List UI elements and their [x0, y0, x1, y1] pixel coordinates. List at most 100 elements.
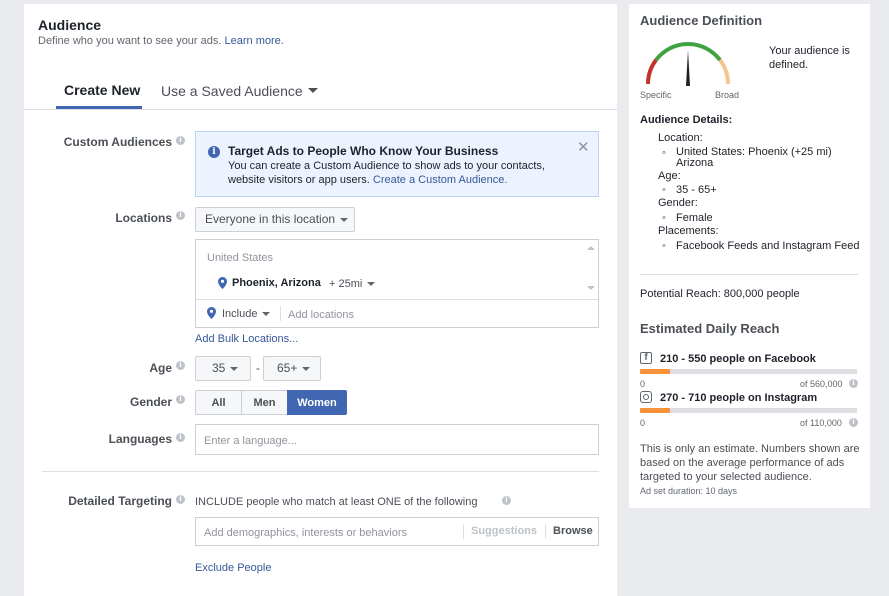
- location-detail-label: Location:: [658, 132, 703, 144]
- age-detail-label: Age:: [658, 170, 681, 182]
- locations-divider: [196, 299, 598, 300]
- audience-panel: Audience Define who you want to see your…: [24, 4, 617, 596]
- location-detail-line-2: Arizona: [676, 157, 714, 169]
- info-icon[interactable]: i: [849, 418, 858, 427]
- placements-detail-value: Facebook Feeds and Instagram Feed: [676, 240, 860, 252]
- browse-button[interactable]: Browse: [553, 525, 593, 537]
- include-criteria-text: INCLUDE people who match at least ONE of…: [195, 496, 478, 508]
- age-dash: -: [256, 361, 260, 375]
- age-min-value: 35: [212, 361, 226, 375]
- custom-audiences-label: Custom Audiences: [63, 135, 172, 149]
- section-subtitle: Define who you want to see your ads. Lea…: [38, 35, 284, 47]
- age-max-value: 65+: [277, 361, 298, 375]
- instagram-reach-max: of 110,000: [800, 418, 842, 428]
- custom-audience-notice: i Target Ads to People Who Know Your Bus…: [195, 131, 599, 197]
- caret-down-icon: [302, 366, 311, 371]
- scrollbar[interactable]: [583, 240, 599, 299]
- age-label: Age: [149, 361, 172, 375]
- gauge-needle: [686, 50, 690, 86]
- info-icon[interactable]: i: [502, 496, 511, 505]
- instagram-reach-bar: [640, 408, 857, 413]
- notice-body: You can create a Custom Audience to show…: [228, 159, 578, 187]
- include-dropdown[interactable]: Include: [222, 308, 271, 320]
- info-icon[interactable]: i: [176, 136, 185, 145]
- daily-reach-title: Estimated Daily Reach: [640, 321, 780, 336]
- scroll-up-icon[interactable]: [587, 246, 595, 250]
- age-min-dropdown[interactable]: 35: [195, 356, 251, 381]
- age-detail-value: 35 - 65+: [676, 184, 717, 196]
- notice-line-2-text: website visitors or app users.: [228, 174, 370, 186]
- close-icon[interactable]: ✕: [577, 138, 590, 156]
- exclude-people-link[interactable]: Exclude People: [195, 562, 271, 574]
- language-input[interactable]: Enter a language...: [195, 424, 599, 455]
- subtitle-text: Define who you want to see your ads.: [38, 35, 222, 47]
- add-bulk-locations-link[interactable]: Add Bulk Locations...: [195, 333, 298, 345]
- info-icon[interactable]: i: [176, 211, 185, 220]
- age-max-dropdown[interactable]: 65+: [263, 356, 321, 381]
- detailed-targeting-placeholder: Add demographics, interests or behaviors: [204, 527, 407, 539]
- estimate-note: This is only an estimate. Numbers shown …: [640, 443, 860, 483]
- instagram-reach-min: 0: [640, 418, 646, 428]
- bullet-icon: ◦: [662, 184, 666, 196]
- detailed-targeting-label: Detailed Targeting: [68, 494, 172, 508]
- notice-line-1: You can create a Custom Audience to show…: [228, 160, 545, 172]
- audience-gauge: [646, 42, 730, 86]
- location-detail-value: United States: Phoenix (+25 mi) Arizona: [676, 147, 832, 169]
- facebook-reach-bar: [640, 369, 857, 374]
- detailed-targeting-input[interactable]: Add demographics, interests or behaviors…: [195, 517, 599, 546]
- info-icon[interactable]: i: [176, 433, 185, 442]
- suggestions-divider: [463, 524, 464, 539]
- location-city: Phoenix, Arizona: [232, 277, 321, 289]
- include-divider: [280, 306, 281, 321]
- languages-label: Languages: [108, 432, 172, 446]
- gender-women-button[interactable]: Women: [287, 390, 347, 415]
- facebook-reach-fill: [640, 369, 671, 374]
- gender-detail-label: Gender:: [658, 197, 698, 209]
- facebook-reach-max: of 560,000: [800, 379, 843, 389]
- create-custom-audience-link[interactable]: Create a Custom Audience.: [373, 174, 508, 186]
- info-circle-icon: i: [208, 146, 220, 158]
- audience-definition-panel: Audience Definition Specific Broad Your …: [629, 4, 870, 508]
- tab-saved-audience[interactable]: Use a Saved Audience: [161, 83, 318, 99]
- tab-create-new[interactable]: Create New: [64, 82, 140, 98]
- reach-divider: [640, 274, 858, 275]
- bullet-icon: ◦: [662, 147, 666, 159]
- facebook-reach-text: 210 - 550 people on Facebook: [660, 353, 816, 365]
- include-value: Include: [222, 308, 258, 320]
- location-pin-icon: [207, 307, 216, 322]
- caret-down-icon: [307, 88, 318, 94]
- bullet-icon: ◦: [662, 240, 666, 252]
- audience-definition-title: Audience Definition: [640, 13, 763, 28]
- gender-label: Gender: [129, 395, 172, 409]
- info-icon[interactable]: i: [176, 395, 185, 404]
- location-type-dropdown[interactable]: Everyone in this location: [195, 207, 355, 232]
- ad-set-duration: Ad set duration: 10 days: [640, 486, 738, 496]
- placements-detail-label: Placements:: [658, 225, 719, 237]
- location-country: United States: [207, 252, 274, 264]
- tab-saved-label: Use a Saved Audience: [161, 83, 303, 99]
- info-icon[interactable]: i: [176, 495, 185, 504]
- add-locations-input[interactable]: Add locations: [288, 309, 354, 321]
- language-placeholder: Enter a language...: [204, 435, 297, 447]
- notice-title: Target Ads to People Who Know Your Busin…: [228, 144, 499, 158]
- gender-all-button[interactable]: All: [195, 390, 242, 415]
- locations-box: United States Phoenix, Arizona + 25mi In…: [195, 239, 599, 328]
- audience-details-title: Audience Details:: [640, 114, 733, 126]
- browse-divider: [545, 524, 546, 539]
- radius-dropdown[interactable]: + 25mi: [329, 278, 376, 290]
- info-icon[interactable]: i: [176, 361, 185, 370]
- instagram-reach-fill: [640, 408, 671, 413]
- section-divider: [42, 471, 599, 472]
- learn-more-link[interactable]: Learn more.: [225, 35, 284, 47]
- gender-men-button[interactable]: Men: [241, 390, 288, 415]
- caret-down-icon: [367, 282, 376, 287]
- info-icon[interactable]: i: [849, 379, 858, 388]
- location-type-value: Everyone in this location: [205, 212, 336, 226]
- scroll-down-icon[interactable]: [587, 286, 595, 290]
- potential-reach: Potential Reach: 800,000 people: [640, 288, 800, 300]
- tabs-divider: [24, 109, 617, 110]
- suggestions-button[interactable]: Suggestions: [471, 525, 537, 537]
- location-pin-icon: [218, 277, 227, 292]
- gender-detail-value: Female: [676, 212, 713, 224]
- locations-label: Locations: [115, 211, 172, 225]
